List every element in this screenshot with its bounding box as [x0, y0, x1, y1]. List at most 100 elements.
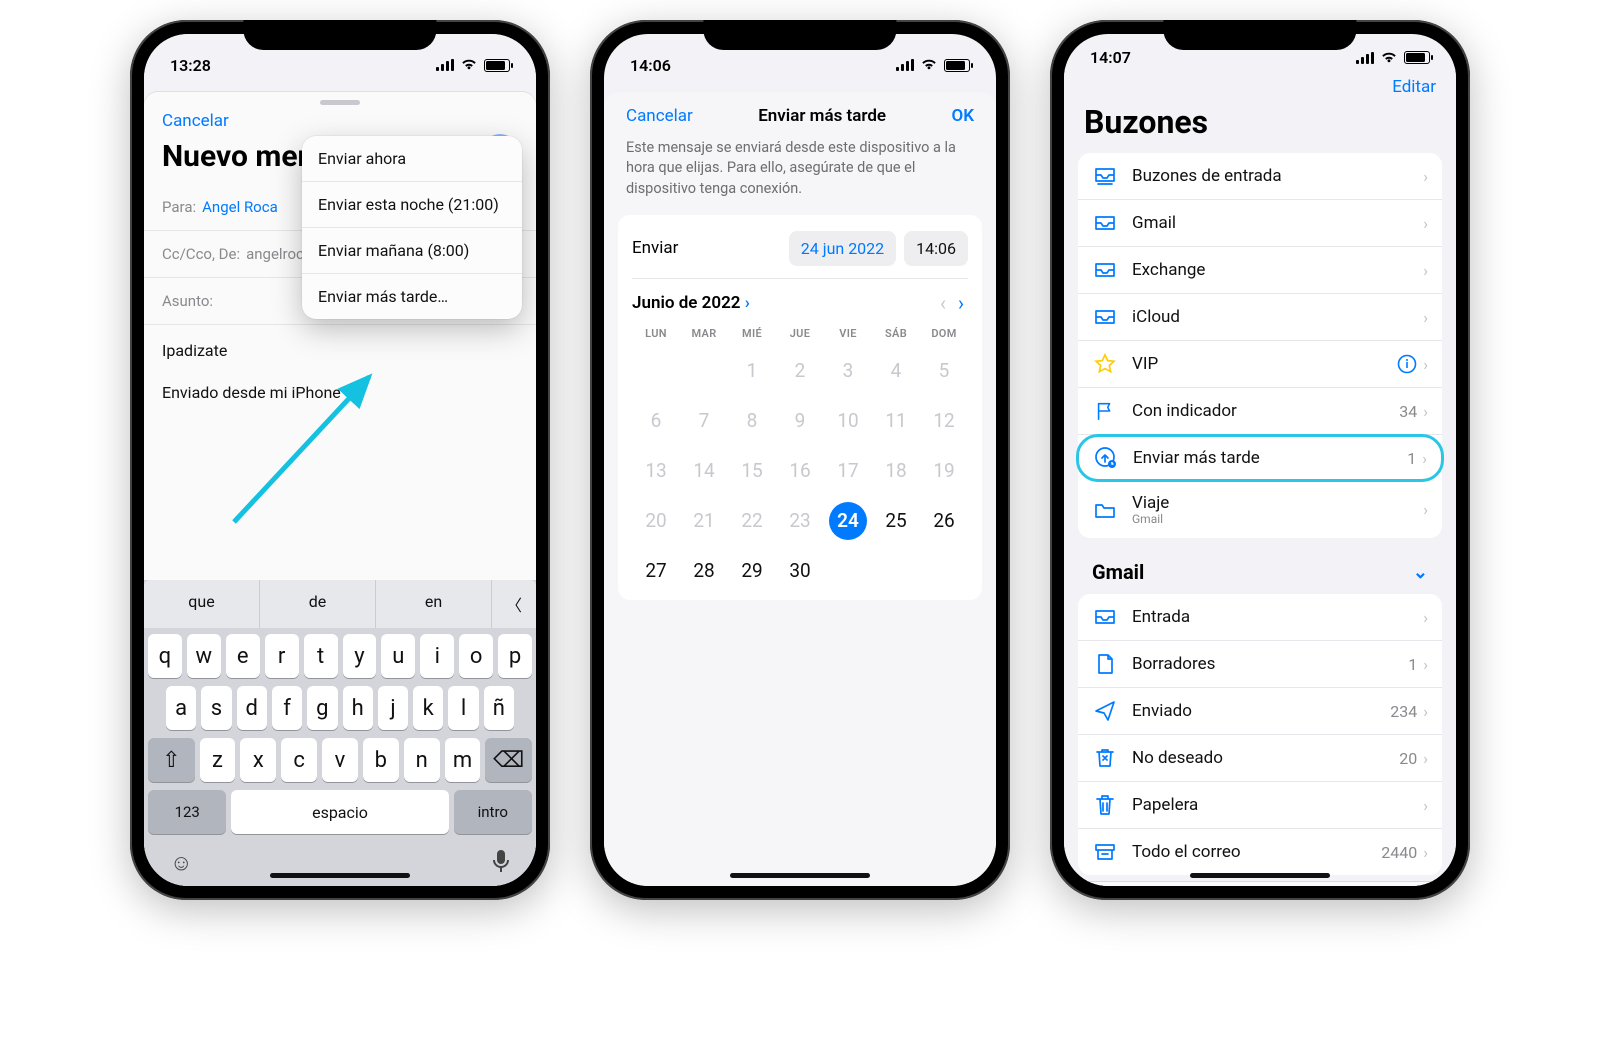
- calendar-day[interactable]: 5: [920, 346, 968, 396]
- calendar-day[interactable]: 18: [872, 446, 920, 496]
- calendar-day[interactable]: 7: [680, 396, 728, 446]
- calendar-day[interactable]: 11: [872, 396, 920, 446]
- sheet-grabber[interactable]: [320, 100, 360, 105]
- key-m[interactable]: m: [445, 738, 481, 782]
- suggestion[interactable]: de: [260, 580, 376, 628]
- key-j[interactable]: j: [378, 686, 408, 730]
- home-indicator[interactable]: [1190, 873, 1330, 878]
- key-l[interactable]: l: [448, 686, 478, 730]
- mailbox-row[interactable]: VIP›: [1078, 341, 1442, 388]
- calendar-day[interactable]: 8: [728, 396, 776, 446]
- mailbox-row[interactable]: Todo el correo2440›: [1078, 829, 1442, 875]
- key-w[interactable]: w: [187, 634, 221, 678]
- mailbox-row[interactable]: Gmail›: [1078, 200, 1442, 247]
- key-q[interactable]: q: [148, 634, 182, 678]
- menu-send-later[interactable]: Enviar más tarde…: [302, 274, 522, 319]
- key-backspace[interactable]: ⌫: [485, 738, 532, 782]
- suggestion-collapse-icon[interactable]: 〈: [492, 580, 536, 628]
- menu-send-tonight[interactable]: Enviar esta noche (21:00): [302, 182, 522, 228]
- key-t[interactable]: t: [304, 634, 338, 678]
- key-y[interactable]: y: [343, 634, 377, 678]
- calendar-day[interactable]: 1: [728, 346, 776, 396]
- next-month-button[interactable]: ›: [954, 291, 968, 315]
- account-section-header[interactable]: Gmail ⌄: [1064, 560, 1456, 594]
- key-enter[interactable]: intro: [454, 790, 532, 834]
- calendar-day[interactable]: 27: [632, 546, 680, 596]
- key-r[interactable]: r: [265, 634, 299, 678]
- key-c[interactable]: c: [281, 738, 317, 782]
- prev-month-button[interactable]: ‹: [936, 291, 950, 315]
- calendar-day[interactable]: 20: [632, 496, 680, 546]
- key-v[interactable]: v: [322, 738, 358, 782]
- calendar-day[interactable]: 28: [680, 546, 728, 596]
- menu-send-now[interactable]: Enviar ahora: [302, 136, 522, 182]
- calendar-day[interactable]: 25: [872, 496, 920, 546]
- mailbox-row[interactable]: Con indicador34›: [1078, 388, 1442, 435]
- key-x[interactable]: x: [240, 738, 276, 782]
- key-space[interactable]: espacio: [231, 790, 448, 834]
- key-i[interactable]: i: [420, 634, 454, 678]
- key-u[interactable]: u: [381, 634, 415, 678]
- time-chip[interactable]: 14:06: [904, 231, 968, 266]
- mailbox-row[interactable]: Buzones de entrada›: [1078, 153, 1442, 200]
- key-shift[interactable]: ⇧: [148, 738, 195, 782]
- calendar-day[interactable]: 19: [920, 446, 968, 496]
- key-n[interactable]: n: [404, 738, 440, 782]
- key-g[interactable]: g: [307, 686, 337, 730]
- calendar-day[interactable]: 2: [776, 346, 824, 396]
- edit-button[interactable]: Editar: [1392, 77, 1436, 97]
- key-p[interactable]: p: [498, 634, 532, 678]
- calendar-day[interactable]: 29: [728, 546, 776, 596]
- calendar-day[interactable]: 24: [824, 496, 872, 546]
- calendar-day[interactable]: 9: [776, 396, 824, 446]
- calendar-day[interactable]: 23: [776, 496, 824, 546]
- key-numbers[interactable]: 123: [148, 790, 226, 834]
- calendar-day[interactable]: 15: [728, 446, 776, 496]
- body-text[interactable]: Ipadizate Enviado desde mi iPhone: [144, 325, 536, 437]
- calendar-day[interactable]: 21: [680, 496, 728, 546]
- calendar-day[interactable]: 10: [824, 396, 872, 446]
- key-b[interactable]: b: [363, 738, 399, 782]
- suggestion[interactable]: en: [376, 580, 492, 628]
- home-indicator[interactable]: [270, 873, 410, 878]
- emoji-icon[interactable]: ☺: [170, 850, 192, 876]
- key-e[interactable]: e: [226, 634, 260, 678]
- calendar-day[interactable]: 13: [632, 446, 680, 496]
- key-ñ[interactable]: ñ: [484, 686, 514, 730]
- menu-send-tomorrow[interactable]: Enviar mañana (8:00): [302, 228, 522, 274]
- mailbox-row[interactable]: No deseado20›: [1078, 735, 1442, 782]
- calendar-day[interactable]: 17: [824, 446, 872, 496]
- suggestion[interactable]: que: [144, 580, 260, 628]
- mailbox-row[interactable]: Enviado234›: [1078, 688, 1442, 735]
- mailbox-row[interactable]: Borradores1›: [1078, 641, 1442, 688]
- key-a[interactable]: a: [166, 686, 196, 730]
- ok-button[interactable]: OK: [951, 106, 974, 126]
- calendar-day[interactable]: 22: [728, 496, 776, 546]
- key-f[interactable]: f: [272, 686, 302, 730]
- date-chip[interactable]: 24 jun 2022: [789, 231, 896, 266]
- key-s[interactable]: s: [201, 686, 231, 730]
- mailbox-row[interactable]: ViajeGmail›: [1078, 481, 1442, 538]
- key-z[interactable]: z: [200, 738, 236, 782]
- info-icon[interactable]: [1397, 354, 1417, 374]
- calendar-day[interactable]: 14: [680, 446, 728, 496]
- home-indicator[interactable]: [730, 873, 870, 878]
- mailbox-row[interactable]: iCloud›: [1078, 294, 1442, 341]
- mailbox-row[interactable]: Entrada›: [1078, 594, 1442, 641]
- mailbox-row[interactable]: Papelera›: [1078, 782, 1442, 829]
- calendar-month[interactable]: Junio de 2022 ›: [632, 293, 750, 313]
- calendar-day[interactable]: 3: [824, 346, 872, 396]
- calendar-day[interactable]: 12: [920, 396, 968, 446]
- calendar-day[interactable]: 6: [632, 396, 680, 446]
- mailbox-row[interactable]: Exchange›: [1078, 247, 1442, 294]
- calendar-day[interactable]: 30: [776, 546, 824, 596]
- key-h[interactable]: h: [343, 686, 373, 730]
- mailbox-row[interactable]: Enviar más tarde1›: [1076, 434, 1444, 482]
- calendar-day[interactable]: 16: [776, 446, 824, 496]
- key-d[interactable]: d: [237, 686, 267, 730]
- cancel-button[interactable]: Cancelar: [162, 111, 229, 131]
- key-o[interactable]: o: [459, 634, 493, 678]
- mic-icon[interactable]: [492, 850, 510, 876]
- calendar-day[interactable]: 4: [872, 346, 920, 396]
- cancel-button[interactable]: Cancelar: [626, 106, 693, 126]
